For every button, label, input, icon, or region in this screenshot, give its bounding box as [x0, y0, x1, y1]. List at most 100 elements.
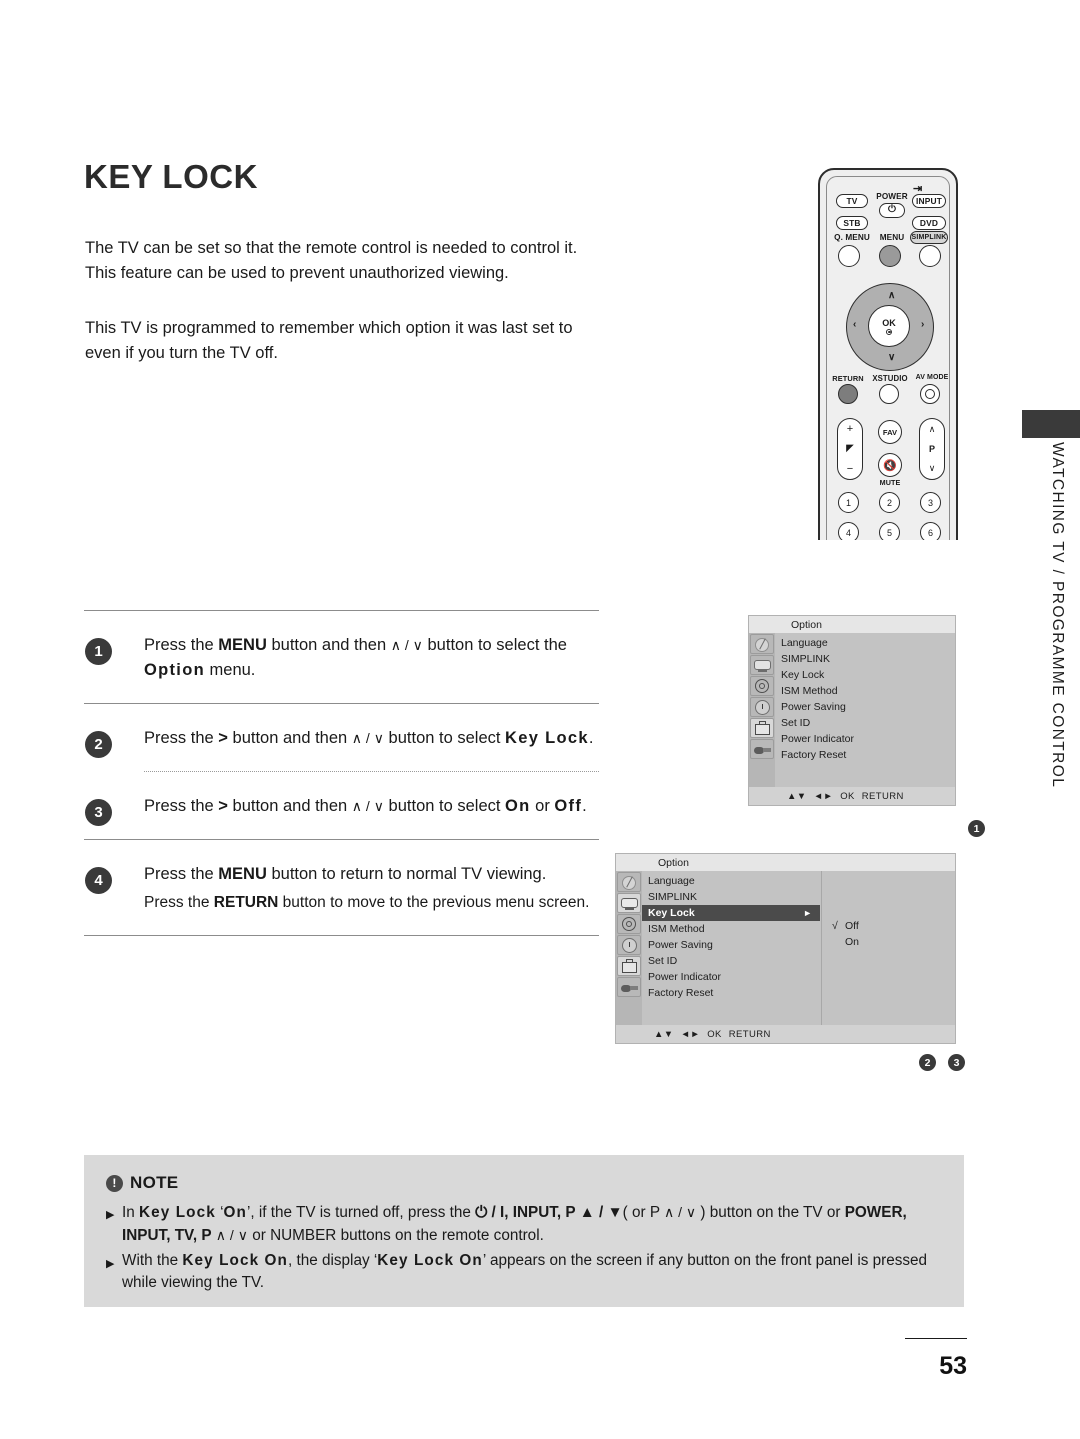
target-icon[interactable]: [750, 676, 774, 696]
note-bullet-1-text: In Key Lock ‘On’, if the TV is turned of…: [122, 1201, 942, 1247]
step-2-text: Press the > button and then ∧ / ∨ button…: [144, 726, 599, 751]
remote-simplink-button[interactable]: [919, 245, 941, 267]
nb1-t3: ’, if the TV is turned off, press the: [246, 1204, 476, 1221]
osd1-item-power-saving[interactable]: Power Saving: [775, 699, 955, 715]
tv-screen-icon[interactable]: [617, 893, 641, 913]
note-title-row: ! NOTE: [106, 1173, 942, 1193]
side-tab-marker: [1022, 410, 1080, 438]
s1-option: Option: [144, 661, 205, 679]
toolbox-icon[interactable]: [750, 718, 774, 738]
plug-icon[interactable]: [750, 739, 774, 759]
remote-ok-button[interactable]: OK: [868, 305, 910, 347]
steps-list: 1 Press the MENU button and then ∧ / ∨ b…: [84, 610, 599, 936]
osd1-item-simplink[interactable]: SIMPLINK: [775, 651, 955, 667]
dpad-down-icon[interactable]: ∨: [888, 352, 895, 363]
remote-number-2[interactable]: 2: [879, 492, 900, 513]
note-box: ! NOTE ▶ In Key Lock ‘On’, if the TV is …: [84, 1155, 964, 1307]
toolbox-icon[interactable]: [617, 956, 641, 976]
remote-xstudio-button[interactable]: [879, 384, 899, 404]
osd2-item-ism-method[interactable]: ISM Method: [642, 921, 820, 937]
remote-number-6[interactable]: 6: [920, 522, 941, 540]
remote-number-1[interactable]: 1: [838, 492, 859, 513]
osd2-hint-leftright: ◄►: [680, 1028, 701, 1040]
volume-down-label[interactable]: −: [847, 463, 853, 475]
osd1-hint-updown: ▲▼: [787, 790, 807, 802]
dish-icon[interactable]: [617, 872, 641, 892]
s3-mid2: button to select: [383, 797, 506, 815]
remote-return-button[interactable]: [838, 384, 858, 404]
note-bullet-2-text: With the Key Lock On, the display ‘Key L…: [122, 1250, 942, 1294]
nb1-t2: ‘: [215, 1204, 224, 1221]
clock-icon[interactable]: [617, 935, 641, 955]
s4-pre: Press the: [144, 865, 219, 883]
s3-glyph: ∧ / ∨: [351, 798, 384, 814]
tv-screen-icon[interactable]: [750, 655, 774, 675]
s3-off: Off: [554, 797, 583, 815]
osd2-item-factory-reset[interactable]: Factory Reset: [642, 985, 820, 1001]
remote-number-3[interactable]: 3: [920, 492, 941, 513]
step-1-number: 1: [85, 638, 112, 665]
prog-down-icon[interactable]: ∨: [929, 463, 936, 474]
remote-menu-label: MENU: [879, 233, 905, 242]
osd2-item-power-indicator[interactable]: Power Indicator: [642, 969, 820, 985]
dpad-right-icon[interactable]: ›: [921, 319, 924, 330]
s4b-post: button to move to the previous menu scre…: [278, 894, 590, 911]
osd1-item-key-lock[interactable]: Key Lock: [775, 667, 955, 683]
clock-icon[interactable]: [750, 697, 774, 717]
prog-up-icon[interactable]: ∧: [929, 424, 936, 435]
nb2-t1: With the: [122, 1252, 183, 1269]
osd2-item-power-saving[interactable]: Power Saving: [642, 937, 820, 953]
intro-text: The TV can be set so that the remote con…: [85, 236, 605, 366]
osd1-icon-column: [749, 633, 775, 787]
triangle-bullet-icon: ▶: [106, 1209, 115, 1221]
osd-menu-option-list: Option Language SIMPLINK Key Lock ISM Me…: [748, 615, 956, 806]
osd1-item-list: Language SIMPLINK Key Lock ISM Method Po…: [775, 633, 955, 787]
footer-rule: [905, 1338, 967, 1339]
remote-power-button[interactable]: ⏻: [879, 203, 905, 218]
remote-input-button[interactable]: INPUT: [912, 194, 946, 208]
osd1-item-language[interactable]: Language: [775, 635, 955, 651]
remote-number-5[interactable]: 5: [879, 522, 900, 540]
target-icon[interactable]: [617, 914, 641, 934]
remote-number-4[interactable]: 4: [838, 522, 859, 540]
nb1-glyph1: ∧ / ∨: [664, 1204, 697, 1220]
nb2-t2: , the display ‘: [287, 1252, 378, 1269]
dpad-up-icon[interactable]: ∧: [888, 290, 895, 301]
osd1-item-power-indicator[interactable]: Power Indicator: [775, 731, 955, 747]
osd2-hint-updown: ▲▼: [654, 1028, 674, 1040]
plug-icon[interactable]: [617, 977, 641, 997]
remote-return-label: RETURN: [832, 374, 864, 383]
remote-menu-button[interactable]: [879, 245, 901, 267]
osd2-submenu-on[interactable]: On: [832, 934, 955, 950]
nb2-keylockon: Key Lock On: [182, 1252, 288, 1269]
dpad-left-icon[interactable]: ‹: [853, 319, 856, 330]
remote-mute-button[interactable]: 🔇: [878, 453, 902, 477]
osd2-submenu-off[interactable]: √ Off: [832, 918, 955, 934]
osd2-item-key-lock-selected[interactable]: Key Lock ►: [642, 905, 820, 921]
page-title: KEY LOCK: [84, 158, 258, 195]
remote-tv-button[interactable]: TV: [836, 194, 868, 208]
remote-volume-rocker[interactable]: + ◤ −: [837, 418, 863, 480]
osd2-icon-column: [616, 871, 642, 1025]
remote-qmenu-button[interactable]: [838, 245, 860, 267]
remote-qmenu-label: Q. MENU: [834, 233, 870, 242]
remote-dvd-button[interactable]: DVD: [912, 216, 946, 230]
remote-dpad[interactable]: ∧ ∨ ‹ › OK: [846, 283, 934, 371]
remote-programme-rocker[interactable]: ∧ P ∨: [919, 418, 945, 480]
s1-pre: Press the: [144, 636, 219, 654]
dish-icon[interactable]: [750, 634, 774, 654]
osd2-item-language[interactable]: Language: [642, 873, 820, 889]
osd1-item-ism-method[interactable]: ISM Method: [775, 683, 955, 699]
s1-glyph: ∧ / ∨: [390, 637, 423, 653]
osd2-item-set-id[interactable]: Set ID: [642, 953, 820, 969]
osd1-item-set-id[interactable]: Set ID: [775, 715, 955, 731]
osd1-item-factory-reset[interactable]: Factory Reset: [775, 747, 955, 763]
osd2-footer-hints: ▲▼ ◄► OK RETURN: [616, 1025, 955, 1043]
remote-stb-button[interactable]: STB: [836, 216, 868, 230]
s1-mid: button and then: [266, 636, 391, 654]
remote-avmode-button[interactable]: [920, 384, 940, 404]
osd2-item-simplink[interactable]: SIMPLINK: [642, 889, 820, 905]
osd1-header: Option: [749, 616, 955, 633]
volume-up-label[interactable]: +: [847, 423, 853, 435]
remote-fav-button[interactable]: FAV: [878, 420, 902, 444]
